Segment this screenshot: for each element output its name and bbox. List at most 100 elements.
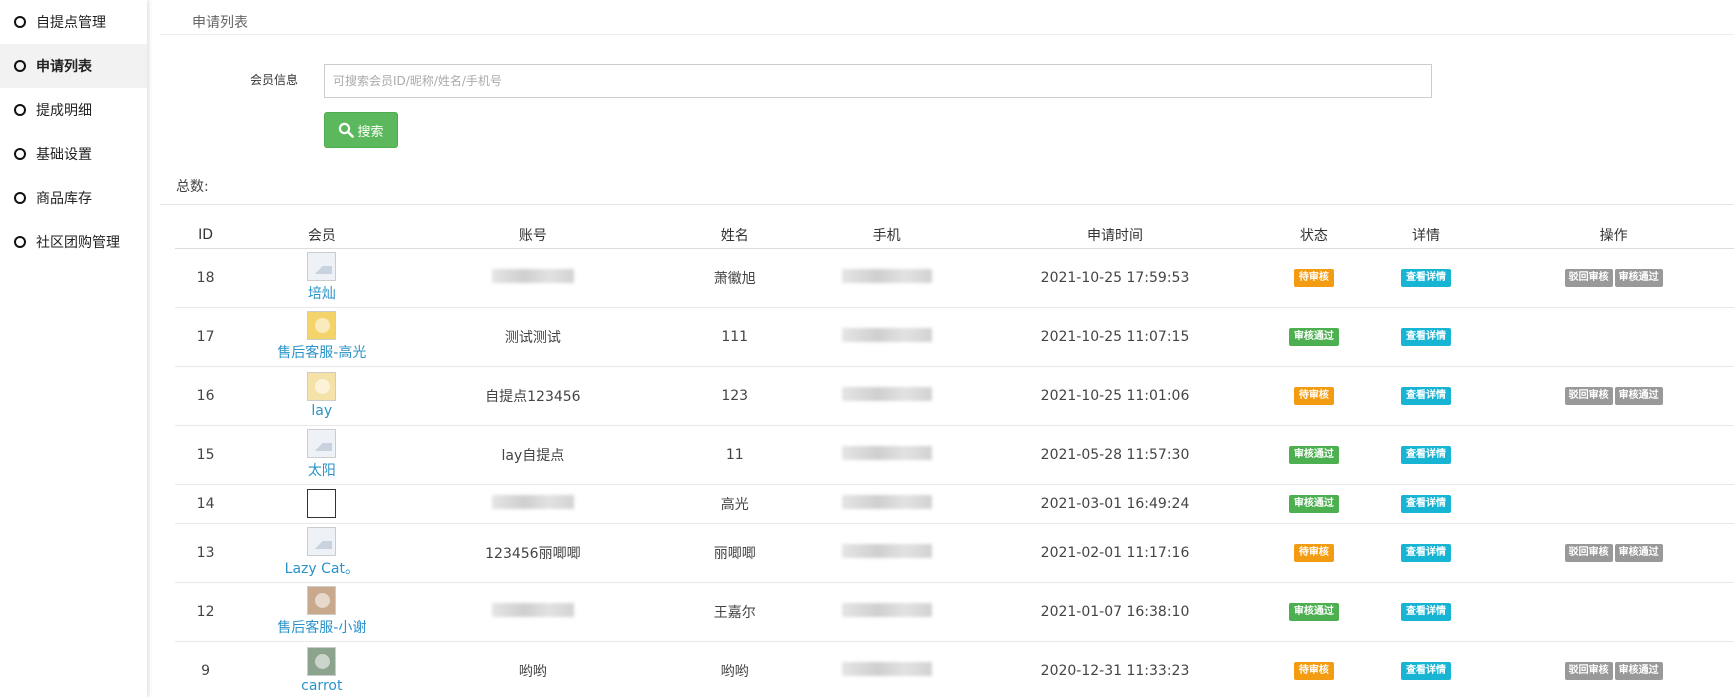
table-row: 17 售后客服-高光 测试测试 111 2021-10-25 11:07:15 … — [175, 307, 1734, 367]
cell-phone — [811, 484, 963, 524]
cell-id: 13 — [175, 523, 237, 583]
total-count: 总数: — [176, 179, 209, 195]
member-link[interactable]: 培灿 — [236, 283, 407, 303]
reject-button[interactable]: 驳回审核 — [1564, 544, 1613, 562]
sidebar-item-application-list[interactable]: 申请列表 — [0, 44, 147, 88]
search-button-label: 搜索 — [357, 124, 384, 140]
cell-detail: 查看详情 — [1359, 307, 1493, 367]
reject-button[interactable]: 驳回审核 — [1564, 269, 1613, 287]
approve-button[interactable]: 审核通过 — [1614, 544, 1663, 562]
cell-ops — [1492, 484, 1734, 524]
circle-icon — [14, 104, 26, 116]
cell-account — [407, 248, 659, 308]
cell-name: 123 — [658, 366, 812, 426]
column-header-phone: 手机 — [811, 222, 963, 249]
filter-label-member-info: 会员信息 — [250, 73, 299, 87]
sidebar: 自提点管理 申请列表 提成明细 基础设置 商品库存 社区团购管理 — [0, 0, 147, 697]
avatar — [307, 311, 337, 340]
cell-phone — [811, 641, 963, 697]
member-link[interactable]: Lazy Cat。 — [236, 558, 407, 578]
sidebar-item-label: 提成明细 — [36, 103, 92, 119]
column-header-id: ID — [175, 222, 237, 249]
avatar — [307, 429, 337, 458]
table-row: 14 高光 2021-03-01 16:49:24 审核通过 查看详情 — [175, 484, 1734, 524]
status-badge: 待审核 — [1293, 269, 1334, 287]
cell-time: 2020-12-31 11:33:23 — [962, 641, 1268, 697]
avatar — [307, 489, 337, 518]
table-row: 12 售后客服-小谢 王嘉尔 2021-01-07 16:38:10 审核通过 … — [175, 582, 1734, 642]
sidebar-item-label: 社区团购管理 — [36, 235, 120, 251]
view-details-button[interactable]: 查看详情 — [1400, 328, 1451, 346]
cell-status: 审核通过 — [1267, 484, 1360, 524]
column-header-account: 账号 — [407, 222, 659, 249]
redacted-phone — [841, 268, 932, 283]
main-content: 申请列表 会员信息 搜索 总数: ID 会员 账号 姓名 手机 申请时间 状态 … — [160, 0, 1734, 697]
member-link[interactable]: 售后客服-小谢 — [236, 617, 407, 637]
member-link[interactable]: 售后客服-高光 — [236, 342, 407, 362]
view-details-button[interactable]: 查看详情 — [1400, 269, 1451, 287]
sidebar-item-basic-settings[interactable]: 基础设置 — [0, 132, 147, 176]
cell-account: 自提点123456 — [407, 366, 659, 426]
column-header-apply-time: 申请时间 — [962, 222, 1268, 249]
cell-status: 审核通过 — [1267, 307, 1360, 367]
cell-status: 审核通过 — [1267, 425, 1360, 485]
cell-name: 111 — [658, 307, 812, 367]
table-row: 15 太阳 lay自提点 11 2021-05-28 11:57:30 审核通过… — [175, 425, 1734, 485]
view-details-button[interactable]: 查看详情 — [1400, 446, 1451, 464]
cell-name: 高光 — [658, 484, 812, 524]
view-details-button[interactable]: 查看详情 — [1400, 495, 1451, 513]
cell-phone — [811, 523, 963, 583]
sidebar-item-label: 申请列表 — [36, 59, 92, 75]
cell-member — [236, 484, 408, 524]
approve-button[interactable]: 审核通过 — [1614, 269, 1663, 287]
view-details-button[interactable]: 查看详情 — [1400, 603, 1451, 621]
cell-detail: 查看详情 — [1359, 425, 1493, 485]
view-details-button[interactable]: 查看详情 — [1400, 387, 1451, 405]
sidebar-item-label: 基础设置 — [36, 147, 92, 163]
cell-status: 待审核 — [1267, 641, 1360, 697]
member-link[interactable]: 太阳 — [236, 460, 407, 480]
circle-icon — [14, 16, 26, 28]
search-input[interactable] — [324, 64, 1432, 98]
redacted-phone — [841, 661, 932, 676]
cell-account: 123456丽唧唧 — [407, 523, 659, 583]
member-link[interactable]: carrot — [236, 678, 407, 694]
redacted-phone — [841, 445, 932, 460]
cell-phone — [811, 366, 963, 426]
redacted-phone — [841, 386, 932, 401]
status-badge: 审核通过 — [1288, 446, 1339, 464]
circle-icon — [14, 192, 26, 204]
approve-button[interactable]: 审核通过 — [1614, 387, 1663, 405]
cell-ops — [1492, 425, 1734, 485]
column-header-name: 姓名 — [658, 222, 812, 249]
cell-id: 15 — [175, 425, 237, 485]
cell-member: 培灿 — [236, 248, 408, 308]
cell-time: 2021-05-28 11:57:30 — [962, 425, 1268, 485]
approve-button[interactable]: 审核通过 — [1614, 662, 1663, 680]
view-details-button[interactable]: 查看详情 — [1400, 544, 1451, 562]
table-row: 13 Lazy Cat。 123456丽唧唧 丽唧唧 2021-02-01 11… — [175, 523, 1734, 583]
sidebar-item-pickup-management[interactable]: 自提点管理 — [0, 0, 147, 44]
search-button[interactable]: 搜索 — [324, 112, 398, 148]
reject-button[interactable]: 驳回审核 — [1564, 662, 1613, 680]
sidebar-item-product-inventory[interactable]: 商品库存 — [0, 176, 147, 220]
member-link[interactable]: lay — [236, 403, 407, 419]
table-header-row: ID 会员 账号 姓名 手机 申请时间 状态 详情 操作 — [175, 222, 1734, 249]
view-details-button[interactable]: 查看详情 — [1400, 662, 1451, 680]
redacted-account — [491, 268, 574, 283]
sidebar-item-commission-details[interactable]: 提成明细 — [0, 88, 147, 132]
sidebar-item-label: 商品库存 — [36, 191, 92, 207]
cell-account: 测试测试 — [407, 307, 659, 367]
status-badge: 待审核 — [1293, 387, 1334, 405]
sidebar-item-group-buying[interactable]: 社区团购管理 — [0, 220, 147, 264]
cell-name: 11 — [658, 425, 812, 485]
table-row: 9 carrot 哟哟 哟哟 2020-12-31 11:33:23 待审核 查… — [175, 641, 1734, 697]
circle-icon — [14, 60, 26, 72]
cell-ops — [1492, 307, 1734, 367]
avatar — [307, 586, 337, 615]
cell-detail: 查看详情 — [1359, 523, 1493, 583]
cell-detail: 查看详情 — [1359, 248, 1493, 308]
redacted-phone — [841, 602, 932, 617]
cell-account — [407, 484, 659, 524]
reject-button[interactable]: 驳回审核 — [1564, 387, 1613, 405]
